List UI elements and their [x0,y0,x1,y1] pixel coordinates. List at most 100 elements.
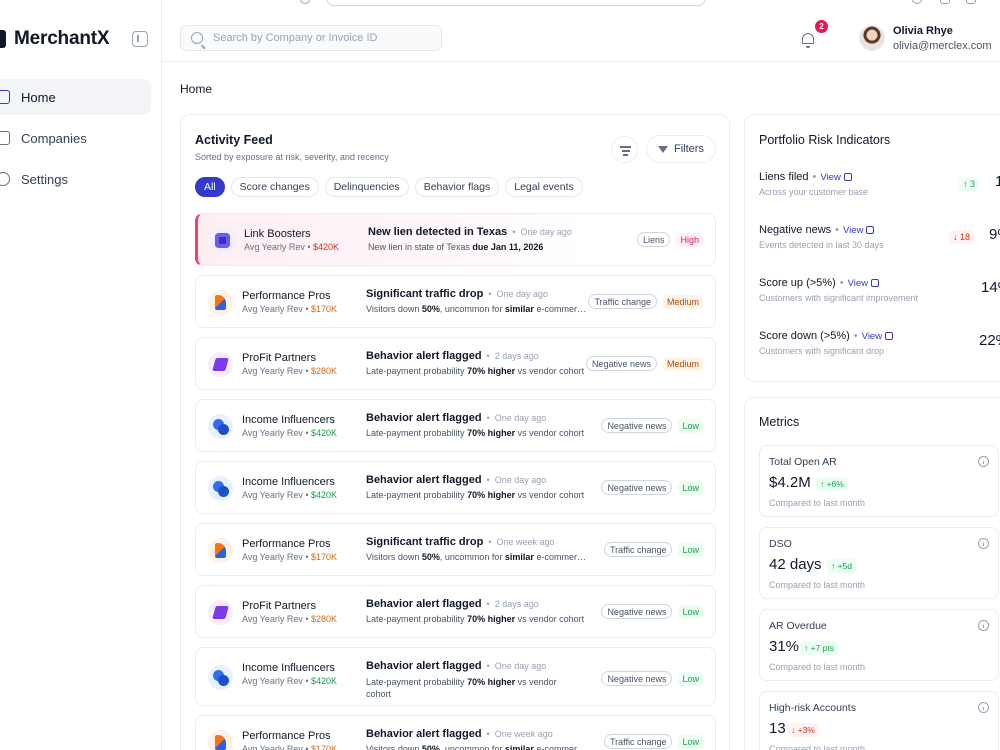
metric-subtitle: Compared to last month [769,498,866,508]
chip-score-changes[interactable]: Score changes [230,177,319,197]
category-tag[interactable]: Negative news [585,356,657,371]
avatar[interactable] [859,25,885,51]
metric-subtitle: Compared to last month [769,662,866,672]
external-link-icon [843,173,852,181]
desc-emphasis: 50% [421,744,440,750]
desc-text: vs vendor cohort [515,490,585,500]
dot-separator: • [507,227,521,237]
company-revenue: Avg Yearly Rev • $420K [244,242,339,252]
event-description: Late-payment probability 70% higher vs v… [366,614,588,624]
category-tag[interactable]: Negative news [601,480,673,495]
category-tag[interactable]: Negative news [601,604,673,619]
risk-label-text: Liens filed [759,171,809,183]
page-title: Home [180,82,213,96]
view-link[interactable]: View [843,225,875,236]
company-name[interactable]: Performance Pros [242,730,331,742]
chip-all[interactable]: All [195,177,225,197]
category-tag[interactable]: Liens [636,232,671,247]
revenue-amount: $420K [311,676,338,686]
activity-row[interactable]: Income Influencers Avg Yearly Rev • $420K… [195,647,716,706]
desc-text: Late-payment probability [366,677,468,687]
view-link[interactable]: View [848,278,880,289]
risk-value: 14% [981,279,1000,296]
category-tag[interactable]: Traffic change [588,294,657,309]
company-name[interactable]: ProFit Partners [242,352,316,364]
dot-separator: • [302,490,312,500]
view-link[interactable]: View [862,331,894,342]
metric-card: High-risk Accounts 13 ↓ +3% Compared to las… [759,691,999,750]
info-icon[interactable] [978,702,989,713]
info-icon[interactable] [978,620,989,631]
dot-separator: • [812,171,817,183]
filters-button[interactable]: Filters [646,135,716,163]
activity-row[interactable]: Link Boosters Avg Yearly Rev • $420K New l… [195,213,716,266]
category-tag[interactable]: Negative news [601,418,673,433]
company-name[interactable]: Income Influencers [242,476,335,488]
sidebar-item-label: Settings [21,171,68,187]
category-tag[interactable]: Traffic change [603,542,673,557]
revenue-amount: $420K [313,242,340,252]
info-icon[interactable] [978,456,989,467]
activity-row[interactable]: Performance Pros Avg Yearly Rev • $170K Be… [195,715,716,750]
desc-text: e-commerce stores [536,304,588,314]
category-tag[interactable]: Traffic change [603,734,673,749]
event-time: 2 days ago [494,599,539,609]
brand-logo[interactable]: MerchantX [0,26,110,52]
severity-badge: High [676,232,703,247]
desc-text: e-commerce stores [536,744,588,750]
event-tags: Negative news Low [601,671,703,686]
desc-emphasis: 70% higher [467,428,516,438]
view-link[interactable]: View [820,172,852,183]
company-name[interactable]: Link Boosters [244,228,311,240]
activity-row[interactable]: Performance Pros Avg Yearly Rev • $170K Si… [195,275,716,328]
company-name[interactable]: ProFit Partners [242,600,316,612]
activity-row[interactable]: Income Influencers Avg Yearly Rev • $420K… [195,461,716,514]
sidebar-item-home[interactable]: Home [0,79,151,115]
activity-row[interactable]: ProFit Partners Avg Yearly Rev • $280K Beh… [195,337,716,390]
category-tag[interactable]: Negative news [601,671,673,686]
activity-row[interactable]: ProFit Partners Avg Yearly Rev • $280K Beh… [195,585,716,638]
dot-separator: • [302,676,312,686]
metric-delta-badge: ↑ +5d [827,559,857,573]
chip-delinquencies[interactable]: Delinquencies [324,177,409,197]
company-logo-icon [208,730,233,750]
search-box[interactable] [180,25,442,51]
company-name[interactable]: Income Influencers [242,662,335,674]
event-title: Significant traffic drop • One day ago [366,288,548,300]
severity-badge: Low [678,480,703,495]
event-time: One day ago [520,227,572,237]
activity-row[interactable]: Performance Pros Avg Yearly Rev • $170K Si… [195,523,716,576]
search-input[interactable] [213,32,433,44]
desc-emphasis: 70% higher [467,614,516,624]
risk-label: Liens filed • View [759,171,852,183]
event-time: One day ago [494,661,547,671]
desc-text: Visitors down [366,552,422,562]
collapse-sidebar-icon[interactable] [132,31,148,47]
chip-legal-events[interactable]: Legal events [505,177,583,197]
activity-row[interactable]: Income Influencers Avg Yearly Rev • $420K… [195,399,716,452]
company-name[interactable]: Performance Pros [242,290,331,302]
company-logo-icon [208,476,233,501]
event-description: Visitors down 50%, uncommon for similar … [366,744,588,750]
risk-label: Score up (>5%) • View [759,277,880,289]
info-icon[interactable] [978,538,989,549]
severity-badge: Low [678,671,703,686]
company-name[interactable]: Income Influencers [242,414,335,426]
home-icon [0,90,10,104]
company-name[interactable]: Performance Pros [242,538,331,550]
sidebar-item-companies[interactable]: Companies [0,120,151,156]
desc-text: e-commerce stores [536,552,588,562]
sort-icon-line [621,150,630,152]
search-icon [191,32,203,44]
sort-button[interactable] [611,136,638,163]
chip-behavior-flags[interactable]: Behavior flags [414,177,500,197]
activity-feed-card: Activity Feed Sorted by exposure at risk… [180,114,730,750]
dot-separator: • [481,413,495,423]
metric-value: 31% [769,638,800,655]
metric-label: AR Overdue [769,620,827,632]
bell-clapper [806,46,810,48]
sidebar-item-settings[interactable]: Settings [0,161,151,197]
event-description: New lien in state of Texas due Jan 11, 2… [368,242,590,252]
dot-separator: • [302,614,312,624]
company-logo-icon [210,228,235,253]
